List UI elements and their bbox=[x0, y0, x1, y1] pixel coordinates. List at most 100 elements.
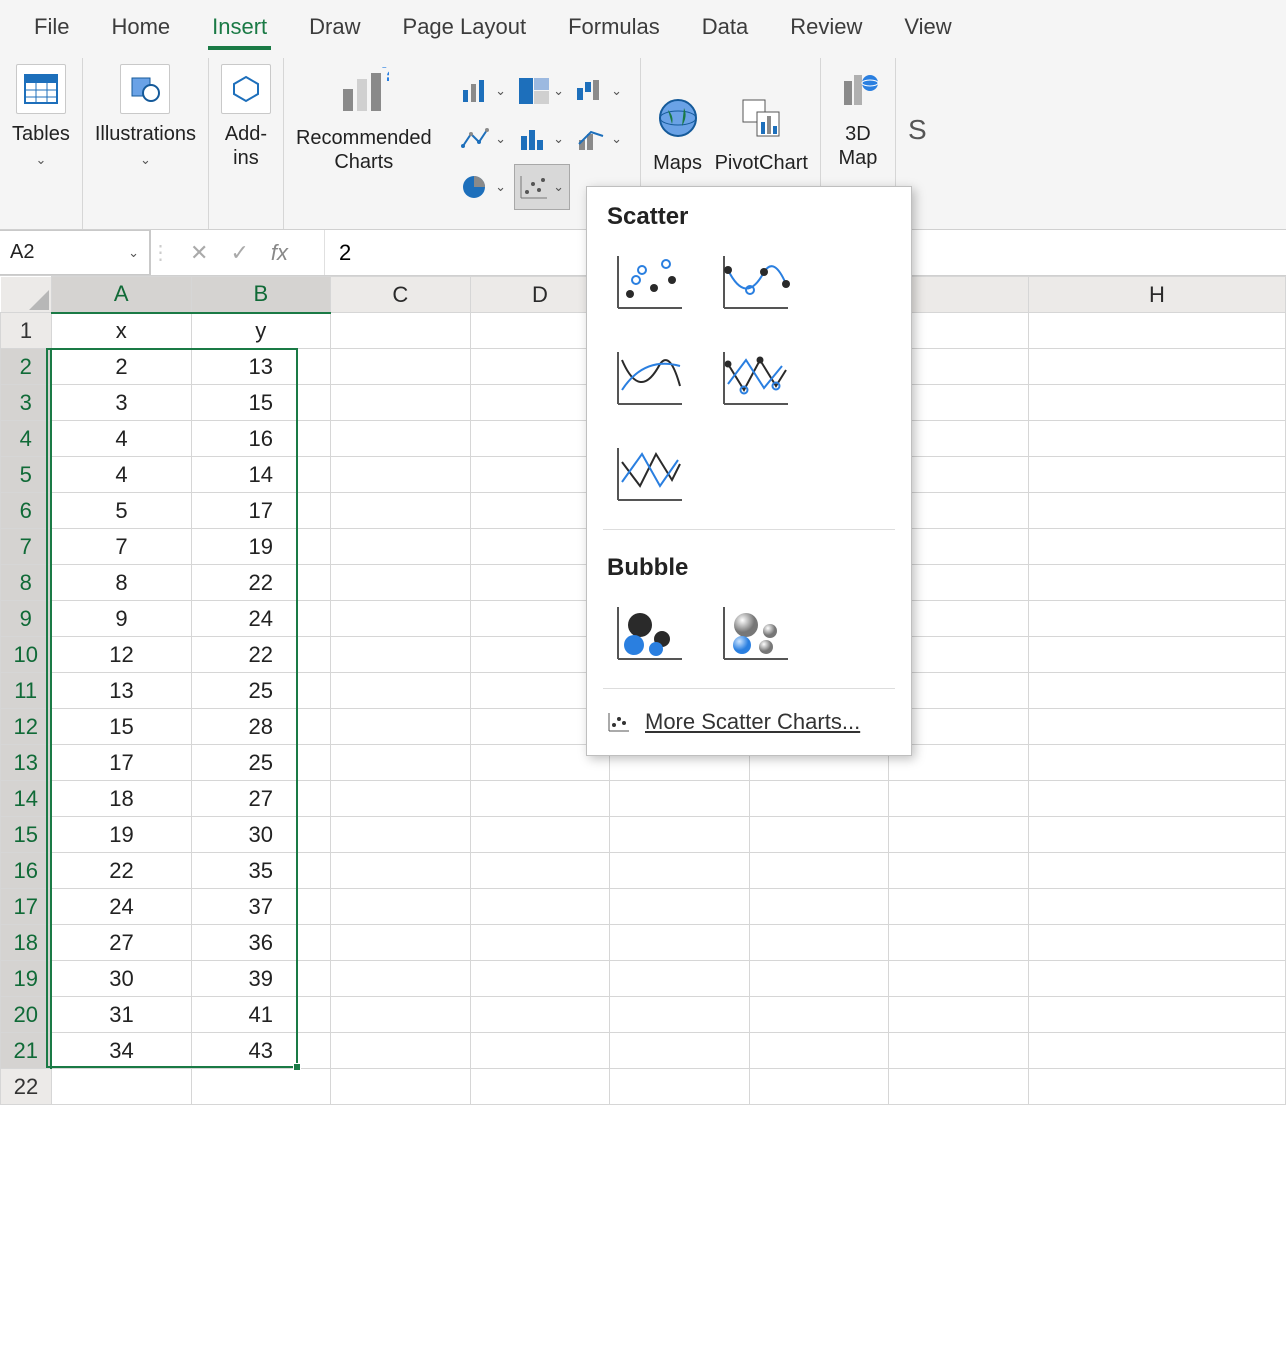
cell[interactable]: 24 bbox=[191, 601, 331, 637]
cell[interactable] bbox=[1028, 997, 1285, 1033]
cell[interactable] bbox=[331, 961, 471, 997]
select-all-corner[interactable] bbox=[1, 277, 52, 313]
cell[interactable] bbox=[889, 997, 1029, 1033]
maps-button[interactable]: Maps ⌄ bbox=[653, 93, 703, 197]
column-header[interactable]: C bbox=[331, 277, 471, 313]
cell[interactable]: 22 bbox=[191, 637, 331, 673]
cell[interactable] bbox=[1028, 313, 1285, 349]
cell[interactable] bbox=[1028, 1033, 1285, 1069]
cell[interactable] bbox=[1028, 529, 1285, 565]
row-header[interactable]: 2 bbox=[1, 349, 52, 385]
cell[interactable] bbox=[1028, 601, 1285, 637]
cell[interactable]: 3 bbox=[51, 385, 191, 421]
cell[interactable] bbox=[1028, 853, 1285, 889]
cell[interactable]: 19 bbox=[191, 529, 331, 565]
cell[interactable]: 8 bbox=[51, 565, 191, 601]
cell[interactable] bbox=[889, 1069, 1029, 1105]
cell[interactable]: 12 bbox=[51, 637, 191, 673]
cell[interactable] bbox=[1028, 421, 1285, 457]
ribbon-tab-home[interactable]: Home bbox=[107, 10, 174, 50]
cell[interactable] bbox=[1028, 349, 1285, 385]
ribbon-tab-insert[interactable]: Insert bbox=[208, 10, 271, 50]
ribbon-tab-formulas[interactable]: Formulas bbox=[564, 10, 664, 50]
cell[interactable]: 35 bbox=[191, 853, 331, 889]
cell[interactable]: 16 bbox=[191, 421, 331, 457]
cell[interactable] bbox=[1028, 817, 1285, 853]
cell[interactable] bbox=[331, 781, 471, 817]
cell[interactable] bbox=[1028, 385, 1285, 421]
cell[interactable]: 25 bbox=[191, 745, 331, 781]
cell[interactable]: y bbox=[191, 313, 331, 349]
cell[interactable] bbox=[51, 1069, 191, 1105]
cell[interactable]: 22 bbox=[191, 565, 331, 601]
cell[interactable] bbox=[889, 889, 1029, 925]
cell[interactable] bbox=[331, 889, 471, 925]
cell[interactable] bbox=[470, 1069, 610, 1105]
cell[interactable] bbox=[331, 385, 471, 421]
cell[interactable] bbox=[749, 997, 889, 1033]
row-header[interactable]: 9 bbox=[1, 601, 52, 637]
row-header[interactable]: 1 bbox=[1, 313, 52, 349]
ribbon-tab-draw[interactable]: Draw bbox=[305, 10, 364, 50]
cell[interactable] bbox=[331, 421, 471, 457]
pie-chart-button[interactable]: ⌄ bbox=[456, 164, 512, 210]
cell[interactable] bbox=[331, 673, 471, 709]
cell[interactable] bbox=[749, 961, 889, 997]
waterfall-chart-button[interactable]: ⌄ bbox=[572, 68, 628, 114]
cell[interactable]: 28 bbox=[191, 709, 331, 745]
row-header[interactable]: 5 bbox=[1, 457, 52, 493]
cell[interactable] bbox=[470, 1033, 610, 1069]
3dmap-button[interactable]: 3D Map bbox=[833, 64, 883, 170]
cell[interactable]: 2 bbox=[51, 349, 191, 385]
cell[interactable] bbox=[610, 925, 750, 961]
cell[interactable] bbox=[749, 781, 889, 817]
cell[interactable] bbox=[889, 961, 1029, 997]
cell[interactable] bbox=[331, 637, 471, 673]
cell[interactable]: 22 bbox=[51, 853, 191, 889]
cell[interactable] bbox=[1028, 709, 1285, 745]
recommended-charts-button[interactable]: ? Recommended Charts bbox=[296, 64, 432, 174]
row-header[interactable]: 11 bbox=[1, 673, 52, 709]
cell[interactable] bbox=[331, 925, 471, 961]
cell[interactable] bbox=[749, 925, 889, 961]
cell[interactable] bbox=[470, 961, 610, 997]
cell[interactable] bbox=[331, 457, 471, 493]
cell[interactable] bbox=[1028, 637, 1285, 673]
fx-icon[interactable]: fx bbox=[271, 240, 304, 266]
cell[interactable]: 17 bbox=[51, 745, 191, 781]
cell[interactable] bbox=[749, 817, 889, 853]
cell[interactable] bbox=[470, 853, 610, 889]
tables-button[interactable]: Tables ⌄ bbox=[12, 64, 70, 168]
row-header[interactable]: 19 bbox=[1, 961, 52, 997]
cell[interactable] bbox=[610, 889, 750, 925]
pivotchart-button[interactable]: PivotChart ⌄ bbox=[715, 93, 808, 197]
cell[interactable] bbox=[1028, 925, 1285, 961]
row-header[interactable]: 10 bbox=[1, 637, 52, 673]
row-header[interactable]: 21 bbox=[1, 1033, 52, 1069]
cell[interactable] bbox=[470, 781, 610, 817]
column-header[interactable]: B bbox=[191, 277, 331, 313]
cell[interactable] bbox=[610, 1069, 750, 1105]
cell[interactable] bbox=[331, 1033, 471, 1069]
cell[interactable] bbox=[331, 745, 471, 781]
cell[interactable] bbox=[889, 1033, 1029, 1069]
cell[interactable]: 13 bbox=[51, 673, 191, 709]
cell[interactable] bbox=[331, 601, 471, 637]
row-header[interactable]: 7 bbox=[1, 529, 52, 565]
ribbon-tab-data[interactable]: Data bbox=[698, 10, 752, 50]
cell[interactable]: 9 bbox=[51, 601, 191, 637]
cell[interactable] bbox=[331, 817, 471, 853]
cell[interactable]: 14 bbox=[191, 457, 331, 493]
cell[interactable] bbox=[1028, 745, 1285, 781]
cell[interactable] bbox=[191, 1069, 331, 1105]
row-header[interactable]: 15 bbox=[1, 817, 52, 853]
name-box[interactable]: A2 ⌄ bbox=[0, 230, 150, 275]
scatter-smooth-markers-button[interactable] bbox=[713, 247, 795, 319]
cell[interactable] bbox=[470, 889, 610, 925]
cell[interactable] bbox=[331, 349, 471, 385]
cell[interactable] bbox=[331, 853, 471, 889]
row-header[interactable]: 16 bbox=[1, 853, 52, 889]
cell[interactable] bbox=[331, 565, 471, 601]
row-header[interactable]: 12 bbox=[1, 709, 52, 745]
row-header[interactable]: 6 bbox=[1, 493, 52, 529]
